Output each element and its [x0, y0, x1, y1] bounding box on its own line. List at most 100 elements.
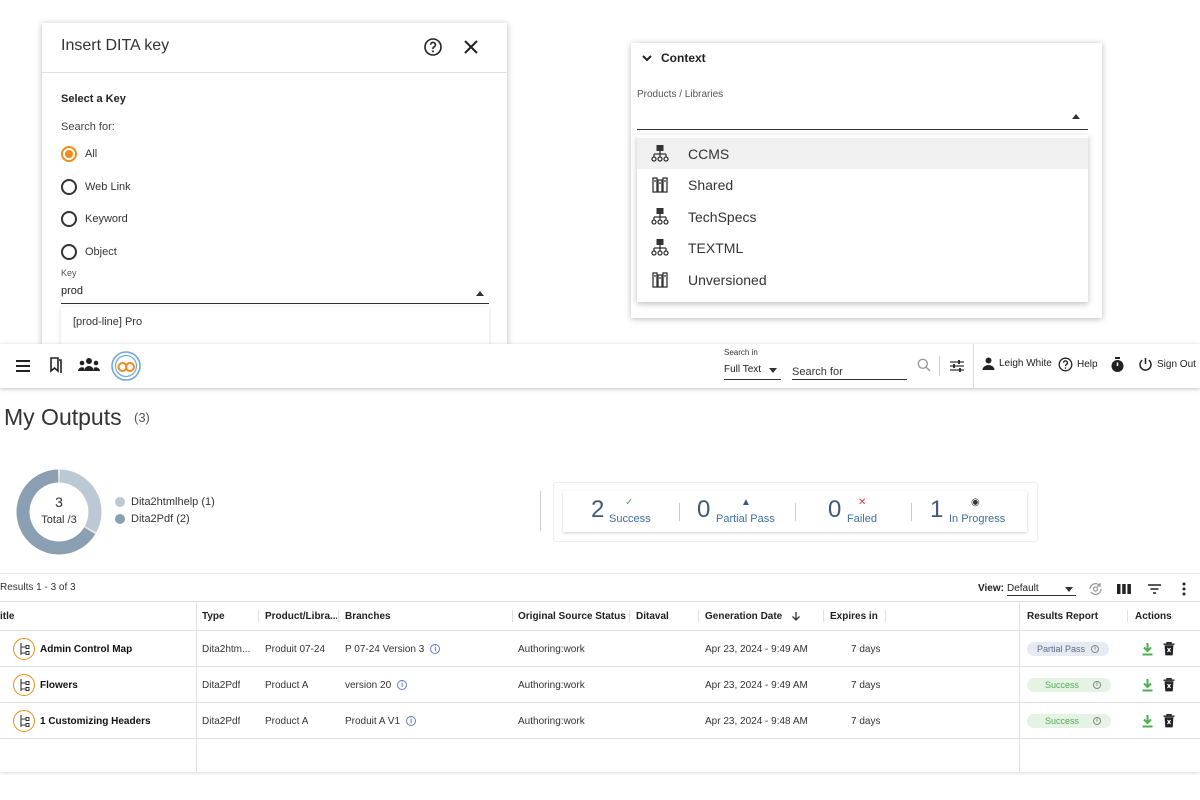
- legend-item-dita2pdf[interactable]: Dita2Pdf (2): [115, 513, 190, 525]
- output-expires: 7 days: [851, 679, 881, 691]
- output-title[interactable]: 1 Customizing Headers: [40, 703, 151, 739]
- column-header-product[interactable]: Product/Libra...: [265, 602, 337, 630]
- output-branch: P 07-24 Version 3 i: [345, 631, 441, 667]
- column-header-actions[interactable]: Actions: [1135, 602, 1195, 630]
- arrow-down-icon[interactable]: [791, 611, 801, 621]
- info-icon[interactable]: i: [397, 680, 408, 690]
- download-icon[interactable]: [1141, 703, 1154, 739]
- output-title[interactable]: Flowers: [40, 667, 78, 703]
- radio-label: Web Link: [85, 181, 131, 193]
- output-type: Dita2htm...: [202, 643, 251, 655]
- legend-item-dita2htmlhelp[interactable]: Dita2htmlhelp (1): [115, 496, 215, 508]
- column-header-generation-date[interactable]: Generation Date: [705, 602, 815, 630]
- stat-in-progress[interactable]: 1 ◉ In Progress: [911, 491, 1027, 532]
- menu-item-ccms[interactable]: CCMS: [637, 138, 1088, 169]
- page-title: My Outputs: [4, 404, 122, 430]
- radio-object[interactable]: Object: [61, 242, 117, 262]
- search-icon[interactable]: [917, 358, 931, 372]
- user-button[interactable]: Leigh White: [982, 357, 1052, 370]
- radio-web-link[interactable]: Web Link: [61, 177, 131, 197]
- radio-button[interactable]: [61, 244, 77, 260]
- menu-item-techspecs[interactable]: TechSpecs: [637, 201, 1088, 232]
- column-header-label: Generation Date: [705, 610, 783, 622]
- refresh-settings-icon[interactable]: [1087, 581, 1104, 597]
- table-row[interactable]: 1 Customizing Headers Dita2Pdf Product A…: [0, 702, 1200, 738]
- menu-item-label: CCMS: [688, 145, 730, 162]
- column-header-results-report[interactable]: Results Report: [1027, 602, 1122, 630]
- download-icon[interactable]: [1141, 667, 1154, 703]
- columns-icon[interactable]: [1117, 581, 1131, 597]
- column-separator: [885, 610, 886, 622]
- column-header-title[interactable]: itle: [0, 602, 190, 630]
- radio-button[interactable]: [61, 179, 77, 195]
- delete-icon[interactable]: [1163, 703, 1175, 739]
- badge-label: Partial Pass: [1037, 644, 1086, 654]
- stat-success[interactable]: 2 ✓ Success: [563, 491, 679, 532]
- info-icon[interactable]: i: [406, 716, 417, 726]
- key-input[interactable]: prod: [61, 282, 489, 304]
- radio-label: Object: [85, 246, 117, 258]
- menu-item-unversioned[interactable]: Unversioned: [637, 264, 1088, 295]
- column-header-branches[interactable]: Branches: [345, 602, 505, 630]
- column-separator: [338, 610, 339, 622]
- results-report[interactable]: Partial Pass i: [1027, 631, 1110, 667]
- close-icon[interactable]: [461, 37, 481, 57]
- search-input[interactable]: [792, 362, 907, 380]
- output-title[interactable]: Admin Control Map: [40, 631, 132, 667]
- help-icon[interactable]: [423, 37, 443, 57]
- column-header-expires[interactable]: Expires in: [830, 602, 885, 630]
- info-icon[interactable]: i: [430, 644, 441, 654]
- sign-out-button[interactable]: Sign Out: [1138, 357, 1196, 372]
- divider: [973, 344, 974, 388]
- column-header-type[interactable]: Type: [202, 602, 256, 630]
- filter-settings-icon[interactable]: [949, 358, 965, 374]
- delete-icon[interactable]: [1163, 631, 1175, 667]
- radio-keyword[interactable]: Keyword: [61, 209, 128, 229]
- info-icon[interactable]: i: [1093, 717, 1102, 725]
- radio-label: Keyword: [85, 213, 128, 225]
- column-header-source-status[interactable]: Original Source Status: [518, 602, 628, 630]
- radio-button[interactable]: [61, 211, 77, 227]
- stat-partial-pass[interactable]: 0 ▲ Partial Pass: [679, 491, 795, 532]
- donut-total-value: 3: [55, 494, 63, 510]
- status-badge[interactable]: Success i: [1027, 678, 1112, 692]
- context-header[interactable]: Context: [641, 51, 706, 65]
- info-icon[interactable]: i: [1091, 645, 1100, 653]
- radio-all[interactable]: All: [61, 144, 97, 164]
- app-logo-icon[interactable]: [110, 350, 142, 382]
- branch-label: Produit A V1: [345, 715, 401, 727]
- column-separator: [1127, 610, 1128, 622]
- output-product: Product A: [265, 679, 309, 691]
- column-header-ditaval[interactable]: Ditaval: [636, 602, 696, 630]
- column-separator: [698, 610, 699, 622]
- filter-icon[interactable]: [1147, 581, 1162, 597]
- download-icon[interactable]: [1141, 631, 1154, 667]
- caret-up-icon[interactable]: [1072, 114, 1080, 119]
- caret-down-icon[interactable]: [1065, 587, 1073, 592]
- menu-icon[interactable]: [14, 357, 32, 375]
- results-report[interactable]: Success i: [1027, 703, 1112, 739]
- more-vert-icon[interactable]: [1178, 581, 1190, 597]
- status-badge[interactable]: Success i: [1027, 714, 1112, 728]
- status-badge[interactable]: Partial Pass i: [1027, 642, 1110, 656]
- info-icon[interactable]: i: [1093, 681, 1102, 689]
- bookmark-icon[interactable]: [47, 356, 65, 374]
- radio-button[interactable]: [61, 146, 77, 162]
- help-button[interactable]: Help: [1058, 357, 1098, 372]
- results-report[interactable]: Success i: [1027, 667, 1112, 703]
- caret-up-icon[interactable]: [476, 291, 484, 296]
- delete-icon[interactable]: [1163, 667, 1175, 703]
- table-row[interactable]: Flowers Dita2Pdf Product A version 20 i A…: [0, 666, 1200, 702]
- column-separator: [823, 610, 824, 622]
- menu-item-shared[interactable]: Shared: [637, 169, 1088, 200]
- suggestion-item[interactable]: [prod-line] Pro: [73, 316, 142, 328]
- products-libraries-select[interactable]: [637, 109, 1088, 130]
- timer-icon[interactable]: [1110, 357, 1125, 373]
- output-branch: Produit A V1 i: [345, 703, 417, 739]
- menu-item-textml[interactable]: TEXTML: [637, 232, 1088, 263]
- caret-down-icon[interactable]: [769, 368, 777, 373]
- stat-value: 2: [591, 496, 605, 523]
- groups-icon[interactable]: [77, 356, 101, 374]
- table-row[interactable]: Admin Control Map Dita2htm... Produit 07…: [0, 630, 1200, 666]
- stat-failed[interactable]: 0 ✕ Failed: [795, 491, 911, 532]
